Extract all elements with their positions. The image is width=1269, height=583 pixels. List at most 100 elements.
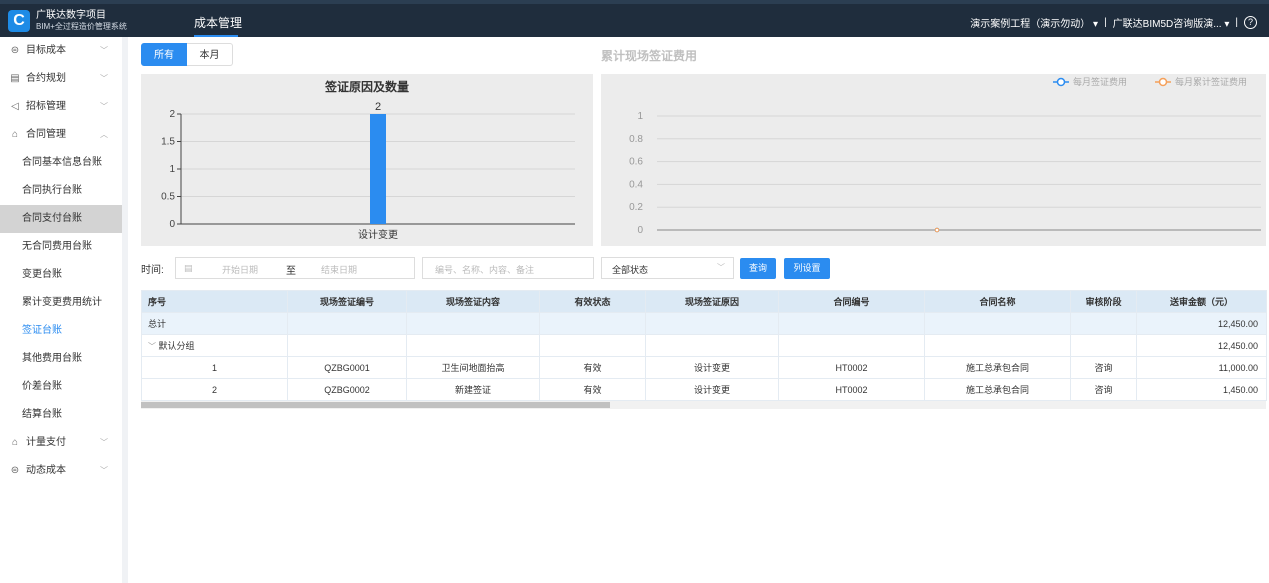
chart-cumulative-fees: 0 0.2 0.4 0.6 0.8 1 每月签证费用 每月累计签证费用 [601, 74, 1266, 246]
period-tabs: 所有 本月 [141, 43, 233, 66]
chevron-down-icon: ﹀ [100, 438, 108, 447]
cell-no: 2 [141, 378, 288, 401]
sidebar-item-1[interactable]: ▤ 合约规划 ﹀ [0, 65, 122, 93]
chevron-down-icon: ﹀ [100, 46, 108, 55]
date-separator: 至 [286, 266, 296, 277]
start-date-input[interactable]: 开始日期 [222, 263, 258, 276]
tab-this-month[interactable]: 本月 [187, 43, 233, 66]
brand-subtitle: BIM+全过程造价管理系统 [36, 22, 127, 31]
visa-ledger-table: 序号 现场签证编号 现场签证内容 有效状态 现场签证原因 合同编号 合同名称 审核阶段 送审金额… [141, 290, 1267, 409]
app-logo[interactable]: C [8, 10, 30, 32]
sidebar-item-6[interactable]: 合同支付台账 [0, 205, 122, 233]
cell-status: 有效 [539, 378, 646, 401]
column-header[interactable]: 审核阶段 [1070, 290, 1137, 313]
bar-chart-svg: 0 0.5 1 1.5 2 2 设计变更 [161, 101, 575, 241]
sidebar-item-9[interactable]: 累计变更费用统计 [0, 289, 122, 317]
y-tick-label: 2 [169, 109, 175, 120]
layers-icon: ⊜ [10, 45, 20, 56]
main-content: 所有 本月 累计现场签证费用 签证原因及数量 0 0.5 1 1.5 2 2 设计变更 00… [134, 37, 1269, 583]
column-header[interactable]: 序号 [141, 290, 288, 313]
sidebar-item-13[interactable]: 结算台账 [0, 401, 122, 429]
column-header[interactable]: 现场签证原因 [645, 290, 779, 313]
table-header-row: 序号 现场签证编号 现场签证内容 有效状态 现场签证原因 合同编号 合同名称 审核阶段 送审金额… [141, 290, 1267, 313]
column-settings-button[interactable]: 列设置 [784, 258, 830, 279]
time-label: 时间: [141, 265, 164, 276]
status-select[interactable]: 全部状态 ﹀ [601, 257, 734, 279]
sidebar-item-2[interactable]: ◁ 招标管理 ﹀ [0, 93, 122, 121]
sidebar-item-10[interactable]: 签证台账 [0, 317, 122, 345]
cell-status: 有效 [539, 356, 646, 379]
cell-code: QZBG0001 [287, 356, 407, 379]
cell-reason: 设计变更 [645, 378, 779, 401]
filter-bar: 时间: ▤ 开始日期 至 结束日期 编号、名称、内容、备注 全部状态 ﹀ 查询 … [141, 257, 1266, 279]
column-header[interactable]: 现场签证编号 [287, 290, 407, 313]
tab-all[interactable]: 所有 [141, 43, 187, 66]
project-selector[interactable]: 演示案例工程（演示勿动） ▾ [970, 15, 1098, 30]
cell-content: 新建签证 [406, 378, 540, 401]
end-date-input[interactable]: 结束日期 [321, 263, 357, 276]
date-range-picker[interactable]: ▤ 开始日期 至 结束日期 [175, 257, 415, 279]
chevron-down-icon: ﹀ [717, 263, 725, 272]
series-point [934, 227, 940, 233]
column-header[interactable]: 送审金额（元） [1136, 290, 1267, 313]
sidebar-item-label: 合同支付台账 [22, 213, 82, 224]
query-button[interactable]: 查询 [740, 258, 776, 279]
y-tick-label: 0.4 [629, 179, 643, 190]
y-tick-label: 1 [169, 164, 175, 175]
help-icon[interactable]: ? [1244, 16, 1257, 29]
cell-contract-name: 施工总承包合同 [924, 356, 1071, 379]
scrollbar-thumb[interactable] [141, 402, 610, 408]
cell-contract-name: 施工总承包合同 [924, 378, 1071, 401]
sidebar-item-8[interactable]: 变更台账 [0, 261, 122, 289]
y-tick-label: 0 [637, 225, 643, 236]
sidebar-item-label: 累计变更费用统计 [22, 297, 102, 308]
column-header[interactable]: 合同名称 [924, 290, 1071, 313]
brand: 广联达数字项目 BIM+全过程造价管理系统 [36, 10, 127, 32]
column-header[interactable]: 现场签证内容 [406, 290, 540, 313]
keyword-search-input[interactable]: 编号、名称、内容、备注 [422, 257, 594, 279]
chevron-down-icon: ﹀ [100, 102, 108, 111]
column-header[interactable]: 有效状态 [539, 290, 646, 313]
sidebar-item-label: 动态成本 [26, 465, 66, 476]
sidebar-item-5[interactable]: 合同执行台账 [0, 177, 122, 205]
chevron-down-icon[interactable]: ﹀ [148, 342, 156, 351]
group-row[interactable]: ﹀ 默认分组 12,450.00 [141, 334, 1267, 357]
sidebar-item-12[interactable]: 价差台账 [0, 373, 122, 401]
cell-code: QZBG0002 [287, 378, 407, 401]
top-right-bar: 演示案例工程（演示勿动） ▾ | 广联达BIM5D咨询版演... ▾ | ? [970, 15, 1257, 30]
bar-data-label: 2 [375, 101, 381, 113]
sidebar-item-4[interactable]: 合同基本信息台账 [0, 149, 122, 177]
folder-icon: ⌂ [11, 437, 19, 448]
sidebar-item-3[interactable]: ⌂ 合同管理 ︿ [0, 121, 122, 149]
bar [370, 114, 386, 224]
total-amount: 12,450.00 [1136, 312, 1267, 335]
table-row[interactable]: 1 QZBG0001 卫生间地面抬高 有效 设计变更 HT0002 施工总承包合同 咨询 11,… [141, 356, 1267, 379]
y-tick-label: 0.8 [629, 134, 643, 145]
org-selector[interactable]: 广联达BIM5D咨询版演... ▾ [1113, 15, 1230, 30]
table-row[interactable]: 2 QZBG0002 新建签证 有效 设计变更 HT0002 施工总承包合同 咨询 1,450.… [141, 378, 1267, 401]
chart-title: 签证原因及数量 [324, 80, 409, 94]
cell-contract-no: HT0002 [778, 378, 925, 401]
sidebar-item-0[interactable]: ⊜ 目标成本 ﹀ [0, 37, 122, 65]
sidebar-item-14[interactable]: ⌂ 计量支付 ﹀ [0, 429, 122, 457]
group-label: 默认分组 [158, 341, 195, 351]
cell-content: 卫生间地面抬高 [406, 356, 540, 379]
sidebar-item-11[interactable]: 其他费用台账 [0, 345, 122, 373]
y-tick-label: 1 [637, 111, 643, 122]
sidebar-item-7[interactable]: 无合同费用台账 [0, 233, 122, 261]
section-title-cumulative-fees: 累计现场签证费用 [601, 49, 698, 63]
cell-amount: 11,000.00 [1136, 356, 1267, 379]
y-tick-label: 0.6 [629, 157, 643, 168]
sidebar-item-label: 招标管理 [26, 101, 66, 112]
send-icon: ◁ [11, 101, 19, 112]
sidebar-item-label: 无合同费用台账 [22, 241, 92, 252]
module-tab-cost[interactable]: 成本管理 [194, 14, 242, 31]
sidebar-item-label: 合同管理 [26, 129, 66, 140]
sidebar-item-15[interactable]: ⊜ 动态成本 ﹀ [0, 457, 122, 485]
y-tick-label: 0.2 [629, 202, 643, 213]
horizontal-scrollbar[interactable] [141, 401, 1266, 409]
project-name: 演示案例工程（演示勿动） [970, 19, 1091, 30]
line-chart-svg: 0 0.2 0.4 0.6 0.8 1 每月签证费用 每月累计签证费用 [629, 76, 1261, 236]
top-bar: C 广联达数字项目 BIM+全过程造价管理系统 成本管理 演示案例工程（演示勿动… [0, 0, 1269, 37]
column-header[interactable]: 合同编号 [778, 290, 925, 313]
